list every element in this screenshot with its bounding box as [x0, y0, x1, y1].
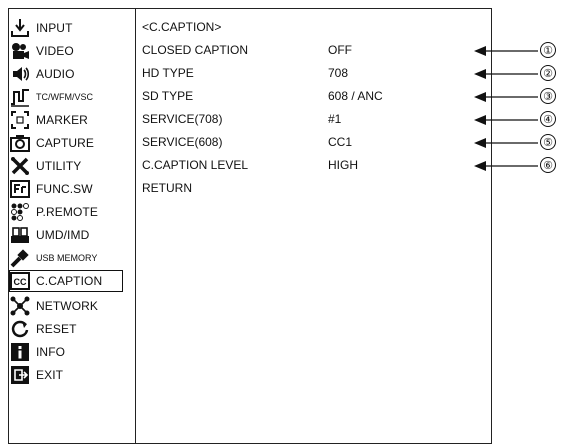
- menu-item-func-sw[interactable]: FUNC.SW: [10, 179, 126, 199]
- menu-item-video[interactable]: VIDEO: [10, 41, 126, 61]
- menu-item-audio[interactable]: AUDIO: [10, 64, 126, 84]
- menu-item-label: INFO: [36, 345, 66, 359]
- svg-text:CC: CC: [14, 277, 27, 287]
- callout-arrow: [474, 115, 538, 125]
- menu-item-label: FUNC.SW: [36, 182, 93, 196]
- setting-value[interactable]: OFF: [328, 43, 352, 57]
- menu-item-c-caption[interactable]: CC C.CAPTION: [9, 270, 123, 292]
- menu-item-utility[interactable]: UTILITY: [10, 156, 126, 176]
- audio-icon: [10, 64, 30, 84]
- submenu-title: <C.CAPTION>: [142, 20, 222, 34]
- callout-number: ⑥: [540, 157, 556, 173]
- callout-arrow: [474, 46, 538, 56]
- waveform-icon: [10, 87, 30, 107]
- menu-item-label: EXIT: [36, 368, 64, 382]
- umd-icon: [10, 225, 30, 245]
- callout-arrow: [474, 161, 538, 171]
- menu-item-usb-memory[interactable]: USB MEMORY: [10, 248, 126, 268]
- reset-icon: [10, 319, 30, 339]
- menu-item-label: AUDIO: [36, 67, 75, 81]
- callout-number: ⑤: [540, 134, 556, 150]
- menu-item-label: P.REMOTE: [36, 205, 98, 219]
- menu-item-label: VIDEO: [36, 44, 74, 58]
- capture-icon: [10, 133, 30, 153]
- menu-item-capture[interactable]: CAPTURE: [10, 133, 126, 153]
- setting-row-closed-caption[interactable]: CLOSED CAPTION OFF: [142, 43, 472, 59]
- utility-icon: [10, 156, 30, 176]
- menu-item-label: C.CAPTION: [36, 274, 103, 288]
- menu-item-label: MARKER: [36, 113, 88, 127]
- setting-label: C.CAPTION LEVEL: [142, 158, 249, 172]
- setting-label: SERVICE(708): [142, 112, 223, 126]
- menu-item-label: RESET: [36, 322, 77, 336]
- usb-icon: [10, 248, 30, 268]
- callout-number: ④: [540, 111, 556, 127]
- callout-arrow: [474, 138, 538, 148]
- setting-row-c-caption-level[interactable]: C.CAPTION LEVEL HIGH: [142, 158, 472, 174]
- network-icon: [10, 296, 30, 316]
- exit-icon: [10, 365, 30, 385]
- return-item[interactable]: RETURN: [142, 181, 472, 197]
- setting-row-sd-type[interactable]: SD TYPE 608 / ANC: [142, 89, 472, 105]
- menu-item-label: UMD/IMD: [36, 228, 90, 242]
- setting-row-service-708[interactable]: SERVICE(708) #1: [142, 112, 472, 128]
- setting-label: CLOSED CAPTION: [142, 43, 249, 57]
- menu-item-input[interactable]: INPUT: [10, 18, 126, 38]
- setting-row-hd-type[interactable]: HD TYPE 708: [142, 66, 472, 82]
- callout-number: ①: [540, 42, 556, 58]
- video-icon: [10, 41, 30, 61]
- function-switch-icon: [10, 179, 30, 199]
- menu-item-reset[interactable]: RESET: [10, 319, 126, 339]
- return-label: RETURN: [142, 181, 192, 195]
- callout-arrow: [474, 69, 538, 79]
- menu-item-label: USB MEMORY: [36, 253, 98, 263]
- callout-number: ②: [540, 65, 556, 81]
- setting-label: SD TYPE: [142, 89, 194, 103]
- setting-value[interactable]: #1: [328, 112, 341, 126]
- menu-item-label: UTILITY: [36, 159, 82, 173]
- menu-item-p-remote[interactable]: P.REMOTE: [10, 202, 126, 222]
- menu-item-label: CAPTURE: [36, 136, 95, 150]
- callout-number: ③: [540, 88, 556, 104]
- callout-arrow: [474, 92, 538, 102]
- menu-item-label: TC/WFM/VSC: [36, 92, 93, 102]
- menu-item-network[interactable]: NETWORK: [10, 296, 126, 316]
- info-icon: [10, 342, 30, 362]
- input-icon: [10, 18, 30, 38]
- setting-label: HD TYPE: [142, 66, 194, 80]
- setting-row-service-608[interactable]: SERVICE(608) CC1: [142, 135, 472, 151]
- setting-value[interactable]: CC1: [328, 135, 352, 149]
- remote-icon: [10, 202, 30, 222]
- menu-item-info[interactable]: INFO: [10, 342, 126, 362]
- menu-item-label: NETWORK: [36, 299, 99, 313]
- menu-item-exit[interactable]: EXIT: [10, 365, 126, 385]
- setting-label: SERVICE(608): [142, 135, 223, 149]
- cc-icon: CC: [10, 271, 30, 291]
- menu-item-tc-wfm-vsc[interactable]: TC/WFM/VSC: [10, 87, 126, 107]
- menu-item-label: INPUT: [36, 21, 73, 35]
- setting-value[interactable]: 708: [328, 66, 348, 80]
- menu-item-umd-imd[interactable]: UMD/IMD: [10, 225, 126, 245]
- menu-item-marker[interactable]: MARKER: [10, 110, 126, 130]
- setting-value[interactable]: HIGH: [328, 158, 358, 172]
- marker-icon: [10, 110, 30, 130]
- setting-value[interactable]: 608 / ANC: [328, 89, 383, 103]
